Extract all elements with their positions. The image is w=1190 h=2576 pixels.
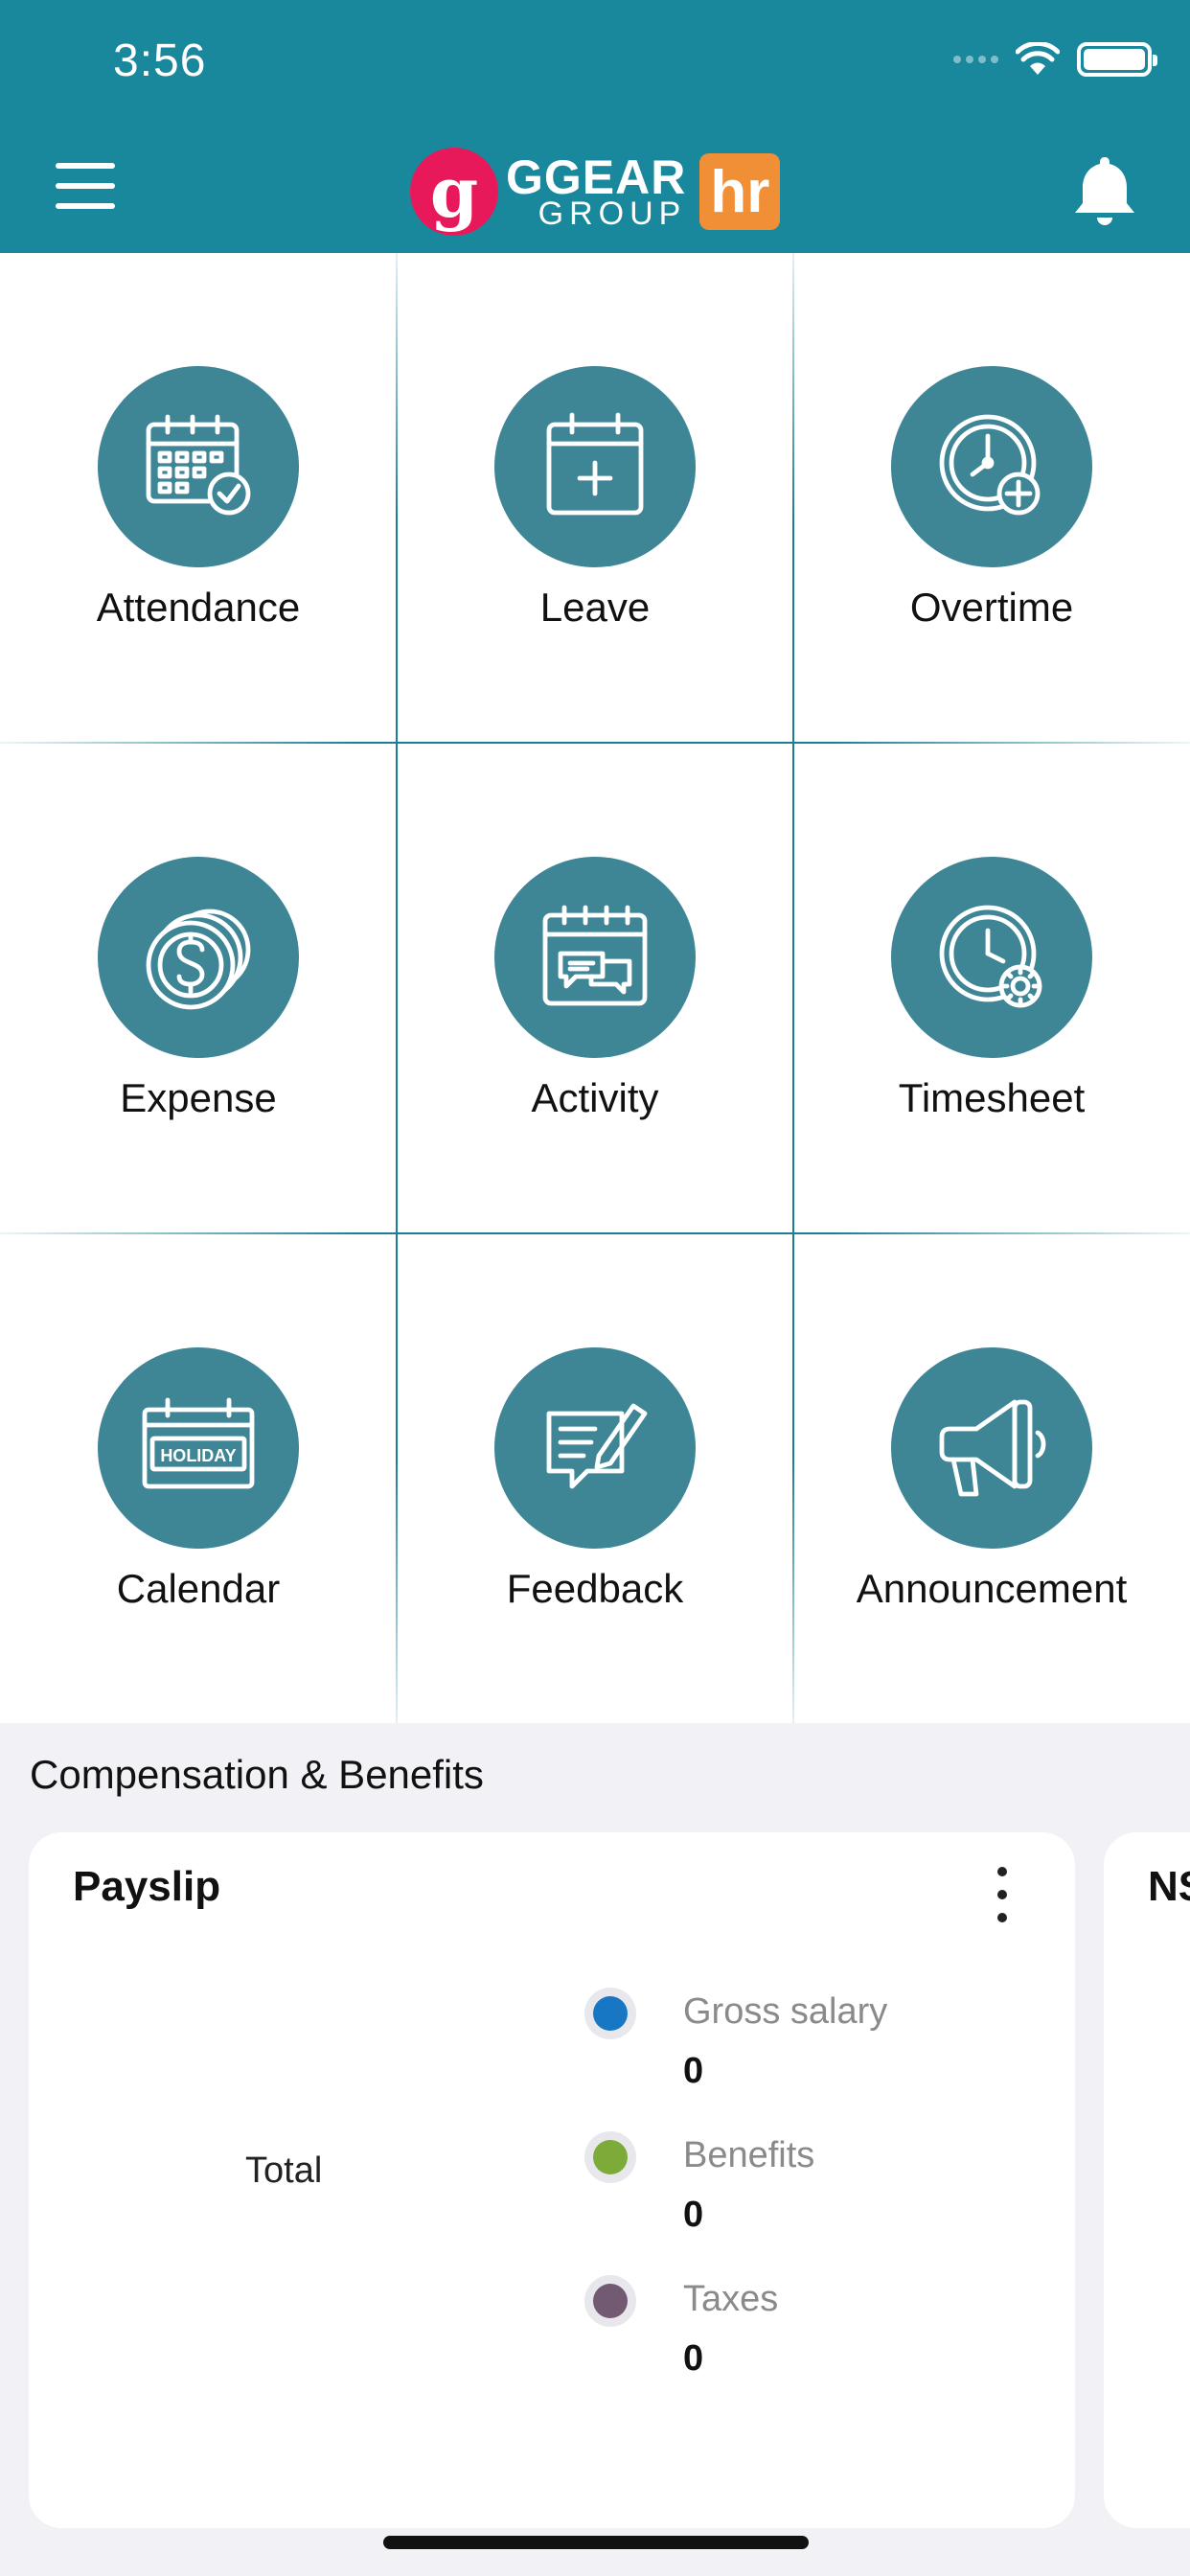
tile-overtime[interactable]: Overtime bbox=[793, 253, 1190, 744]
clock-plus-icon bbox=[891, 366, 1092, 567]
tile-label: Announcement bbox=[856, 1566, 1128, 1611]
logo-name: GGEAR bbox=[506, 150, 687, 204]
tile-activity[interactable]: Activity bbox=[397, 744, 793, 1234]
payslip-title: Payslip bbox=[73, 1863, 221, 1910]
megaphone-icon bbox=[891, 1347, 1092, 1549]
next-card[interactable]: NS bbox=[1104, 1832, 1190, 2528]
more-options-icon[interactable] bbox=[991, 1867, 1014, 1922]
tile-label: Expense bbox=[120, 1075, 277, 1120]
next-card-title: NS bbox=[1148, 1863, 1190, 1910]
payslip-card[interactable]: Payslip Total Gross salary 0 Benefits 0 … bbox=[29, 1832, 1075, 2528]
legend-name: Benefits bbox=[683, 2135, 815, 2175]
tile-attendance[interactable]: Attendance bbox=[0, 253, 397, 744]
tile-label: Feedback bbox=[506, 1566, 684, 1611]
cellular-signal-icon bbox=[953, 56, 998, 63]
tile-label: Timesheet bbox=[898, 1075, 1086, 1120]
ggear-group-hr-logo: g GGEAR GROUP hr bbox=[410, 146, 781, 238]
notification-bell-icon[interactable] bbox=[1071, 151, 1138, 228]
tile-announcement[interactable]: Announcement bbox=[793, 1234, 1190, 1725]
clock-gear-icon bbox=[891, 857, 1092, 1058]
legend-value: 0 bbox=[683, 2051, 704, 2091]
module-grid: Attendance Leave Overtime Expense Activi… bbox=[0, 253, 1190, 1723]
tile-leave[interactable]: Leave bbox=[397, 253, 793, 744]
tile-label: Attendance bbox=[96, 585, 301, 630]
logo-mark: g bbox=[410, 148, 498, 236]
tile-timesheet[interactable]: Timesheet bbox=[793, 744, 1190, 1234]
section-title-compensation: Compensation & Benefits bbox=[30, 1752, 484, 1797]
legend-value: 0 bbox=[683, 2338, 704, 2379]
calendar-plus-icon bbox=[494, 366, 696, 567]
home-indicator[interactable] bbox=[383, 2536, 809, 2549]
menu-button[interactable] bbox=[56, 163, 115, 209]
feedback-edit-icon bbox=[494, 1347, 696, 1549]
legend-name: Gross salary bbox=[683, 1991, 888, 2032]
tile-label: Overtime bbox=[909, 585, 1074, 630]
app-header: 3:56 g GGEAR GROUP hr bbox=[0, 0, 1190, 253]
tile-label: Leave bbox=[539, 585, 651, 630]
logo-text: GGEAR GROUP bbox=[506, 153, 686, 230]
legend-dot bbox=[584, 2131, 636, 2183]
tile-label: Activity bbox=[531, 1075, 659, 1120]
tile-feedback[interactable]: Feedback bbox=[397, 1234, 793, 1725]
calendar-check-icon bbox=[98, 366, 299, 567]
logo-hr-badge: hr bbox=[699, 153, 781, 230]
legend-value: 0 bbox=[683, 2195, 704, 2235]
status-icons bbox=[953, 42, 1157, 77]
status-time: 3:56 bbox=[113, 35, 207, 86]
tile-expense[interactable]: Expense bbox=[0, 744, 397, 1234]
legend-dot bbox=[584, 2275, 636, 2327]
holiday-text: HOLIDAY bbox=[160, 1446, 236, 1465]
legend-dot bbox=[584, 1988, 636, 2039]
legend-name: Taxes bbox=[683, 2279, 779, 2319]
total-label: Total bbox=[245, 2150, 323, 2191]
calendar-chat-icon bbox=[494, 857, 696, 1058]
holiday-calendar-icon: HOLIDAY bbox=[98, 1347, 299, 1549]
wifi-icon bbox=[1016, 42, 1060, 75]
tile-calendar[interactable]: HOLIDAY Calendar bbox=[0, 1234, 397, 1725]
tile-label: Calendar bbox=[116, 1566, 281, 1611]
battery-icon bbox=[1077, 42, 1157, 77]
coins-dollar-icon bbox=[98, 857, 299, 1058]
